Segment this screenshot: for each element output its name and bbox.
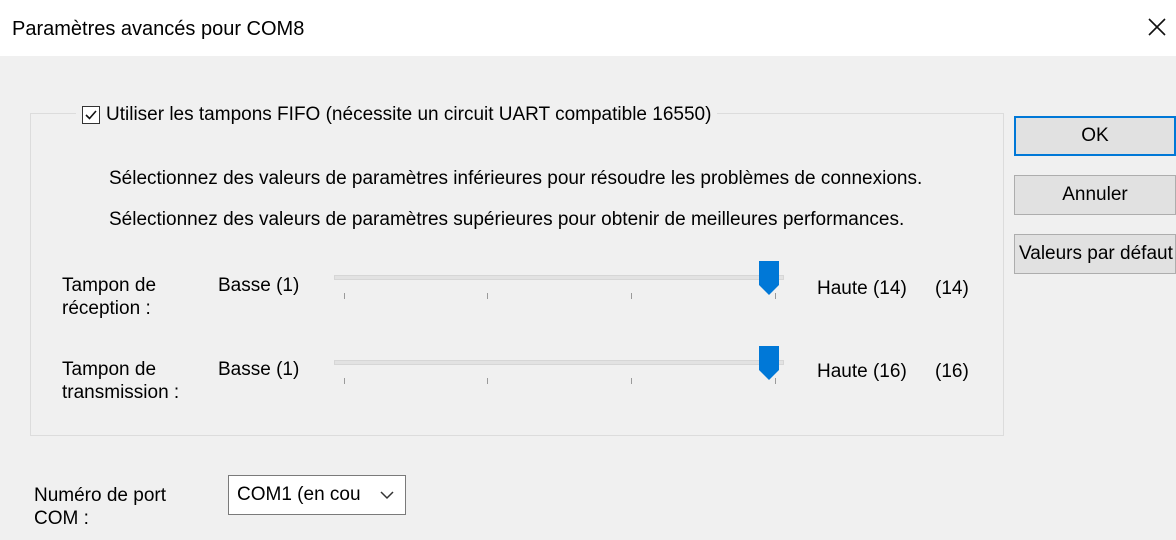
window-title: Paramètres avancés pour COM8 bbox=[12, 18, 305, 40]
transmit-buffer-slider[interactable] bbox=[334, 345, 784, 385]
cancel-button[interactable]: Annuler bbox=[1014, 175, 1176, 215]
info-text-higher: Sélectionnez des valeurs de paramètres s… bbox=[109, 209, 905, 230]
info-text-lower: Sélectionnez des valeurs de paramètres i… bbox=[109, 168, 923, 189]
transmit-buffer-label: Tampon de transmission : bbox=[62, 358, 179, 404]
transmit-high-label: Haute (16) bbox=[817, 361, 907, 382]
transmit-slider-track bbox=[334, 360, 784, 365]
receive-buffer-label-line1: Tampon de bbox=[62, 275, 157, 296]
fifo-checkbox-row[interactable]: Utiliser les tampons FIFO (nécessite un … bbox=[76, 101, 718, 129]
transmit-buffer-label-line1: Tampon de bbox=[62, 359, 157, 380]
receive-slider-thumb[interactable] bbox=[758, 260, 780, 296]
fifo-checkbox-label[interactable]: Utiliser les tampons FIFO (nécessite un … bbox=[106, 104, 711, 126]
receive-slider-track bbox=[334, 275, 784, 280]
com-port-label-line2: COM : bbox=[34, 508, 89, 529]
receive-high-label: Haute (14) bbox=[817, 278, 907, 299]
fifo-checkbox[interactable] bbox=[82, 106, 100, 124]
com-port-select[interactable]: COM1 (en cou bbox=[228, 475, 406, 515]
receive-low-label: Basse (1) bbox=[218, 275, 300, 296]
com-port-label-line1: Numéro de port bbox=[34, 485, 167, 506]
close-icon[interactable] bbox=[1146, 16, 1168, 38]
slider-tick bbox=[487, 378, 488, 384]
slider-tick bbox=[631, 293, 632, 299]
transmit-buffer-label-line2: transmission : bbox=[62, 382, 180, 403]
defaults-button[interactable]: Valeurs par défaut bbox=[1014, 234, 1176, 274]
com-port-selected-value: COM1 (en cou bbox=[237, 484, 361, 505]
slider-tick bbox=[487, 293, 488, 299]
slider-tick bbox=[631, 378, 632, 384]
receive-buffer-label: Tampon de réception : bbox=[62, 274, 156, 320]
checkmark-icon bbox=[85, 110, 97, 120]
receive-buffer-slider[interactable] bbox=[334, 260, 784, 300]
slider-tick bbox=[344, 378, 345, 384]
transmit-low-label: Basse (1) bbox=[218, 359, 300, 380]
receive-buffer-label-line2: réception : bbox=[62, 298, 151, 319]
transmit-slider-thumb[interactable] bbox=[758, 345, 780, 381]
transmit-value: (16) bbox=[935, 361, 969, 382]
com-port-label: Numéro de port COM : bbox=[34, 484, 166, 530]
slider-tick bbox=[344, 293, 345, 299]
ok-button[interactable]: OK bbox=[1014, 116, 1176, 156]
chevron-down-icon bbox=[380, 491, 394, 500]
receive-value: (14) bbox=[935, 278, 969, 299]
